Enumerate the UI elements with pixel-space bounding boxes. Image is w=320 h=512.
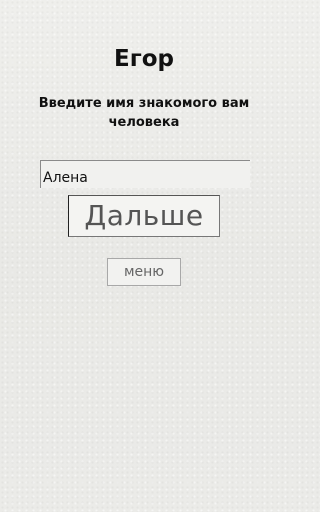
instruction-text: Введите имя знакомого вам человека (38, 96, 250, 130)
menu-button[interactable]: меню (107, 258, 181, 286)
name-entry-screen: Егор Введите имя знакомого вам человека … (0, 0, 288, 512)
page-title: Егор (114, 46, 174, 72)
name-input[interactable] (40, 160, 250, 188)
next-button[interactable]: Дальше (68, 195, 220, 237)
